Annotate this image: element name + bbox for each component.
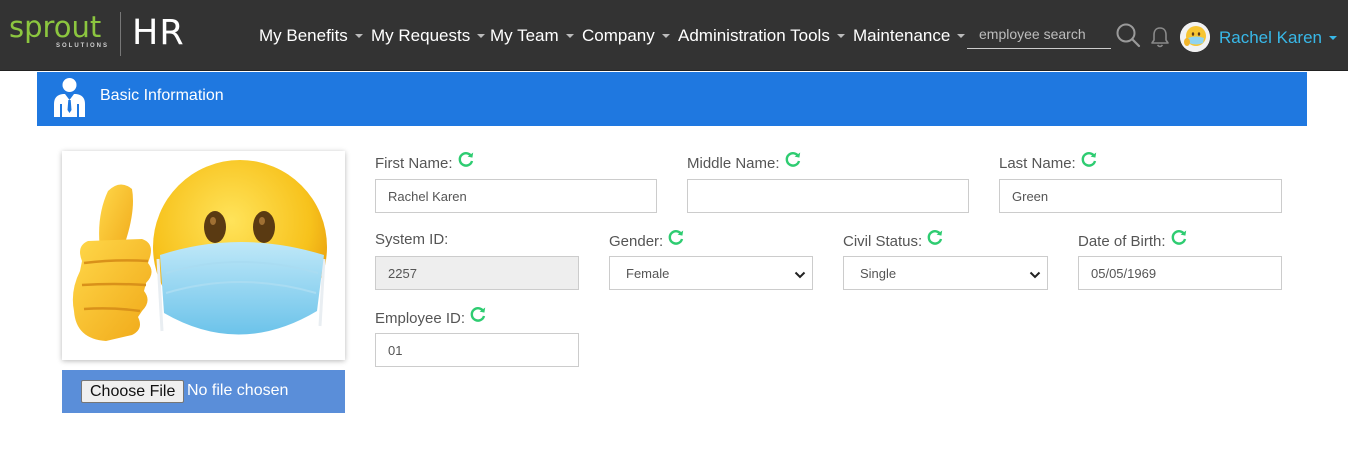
field-label-text: Last Name: bbox=[999, 154, 1076, 172]
field-label-text: Employee ID: bbox=[375, 309, 466, 327]
date-of-birth-input[interactable] bbox=[1078, 256, 1282, 290]
civil-status-select[interactable]: Single bbox=[843, 256, 1048, 290]
caret-down-icon bbox=[1329, 35, 1338, 40]
brand-logo-subtext: SOLUTIONS bbox=[56, 43, 110, 49]
field-label-text: Civil Status: bbox=[843, 232, 923, 250]
middle-name-input[interactable] bbox=[687, 179, 969, 213]
caret-down-icon bbox=[565, 33, 574, 38]
employee-search bbox=[967, 22, 1111, 49]
sync-icon[interactable] bbox=[457, 150, 475, 174]
nav-label: Company bbox=[582, 26, 655, 45]
field-label-text: Middle Name: bbox=[687, 154, 780, 172]
field-label-text: System ID: bbox=[375, 231, 449, 248]
middle-name-label: Middle Name: bbox=[687, 152, 802, 176]
nav-my-team[interactable]: My Team bbox=[490, 25, 574, 47]
caret-down-icon bbox=[957, 33, 966, 38]
nav-company[interactable]: Company bbox=[582, 25, 670, 47]
field-label-text: First Name: bbox=[375, 154, 453, 172]
caret-down-icon bbox=[836, 33, 845, 38]
choose-file-button[interactable]: Choose File bbox=[81, 380, 185, 403]
civil-status-value: Single bbox=[860, 266, 897, 281]
sync-icon[interactable] bbox=[667, 228, 685, 252]
nav-my-benefits[interactable]: My Benefits bbox=[259, 25, 363, 47]
system-id-input bbox=[375, 256, 579, 290]
chevron-down-icon bbox=[1029, 268, 1041, 283]
field-label-text: Gender: bbox=[609, 232, 664, 250]
file-status: No file chosen bbox=[187, 382, 289, 399]
user-name: Rachel Karen bbox=[1219, 28, 1323, 47]
nav-label: Administration Tools bbox=[678, 26, 830, 45]
top-navbar: sprout SOLUTIONS HR My Benefits My Reque… bbox=[0, 0, 1348, 71]
brand-divider bbox=[120, 12, 121, 56]
last-name-input[interactable] bbox=[999, 179, 1282, 213]
brand-logo-text: sprout bbox=[9, 10, 102, 44]
employee-icon bbox=[52, 77, 87, 117]
civil-status-label: Civil Status: bbox=[843, 230, 944, 254]
nav-my-requests[interactable]: My Requests bbox=[371, 25, 486, 47]
caret-down-icon bbox=[477, 33, 486, 38]
employee-search-input[interactable] bbox=[967, 22, 1111, 46]
gender-select[interactable]: Female bbox=[609, 256, 813, 290]
search-icon[interactable] bbox=[1115, 22, 1141, 53]
nav-label: My Benefits bbox=[259, 26, 348, 45]
first-name-label: First Name: bbox=[375, 152, 475, 176]
nav-label: My Requests bbox=[371, 26, 471, 45]
brand-logo[interactable]: sprout SOLUTIONS HR bbox=[9, 10, 189, 60]
employee-photo bbox=[62, 151, 345, 360]
gender-value: Female bbox=[626, 266, 670, 281]
last-name-label: Last Name: bbox=[999, 152, 1098, 176]
user-avatar[interactable] bbox=[1180, 22, 1210, 52]
sync-icon[interactable] bbox=[784, 150, 802, 174]
sync-icon[interactable] bbox=[469, 305, 487, 329]
employee-id-input[interactable] bbox=[375, 333, 579, 367]
nav-label: My Team bbox=[490, 26, 559, 45]
sync-icon[interactable] bbox=[1080, 150, 1098, 174]
caret-down-icon bbox=[354, 33, 363, 38]
sync-icon[interactable] bbox=[926, 228, 944, 252]
bell-icon[interactable] bbox=[1149, 25, 1171, 54]
section-title: Basic Information bbox=[100, 87, 224, 104]
nav-label: Maintenance bbox=[853, 26, 951, 45]
date-of-birth-label: Date of Birth: bbox=[1078, 230, 1188, 254]
section-header: Basic Information bbox=[37, 72, 1307, 126]
nav-administration-tools[interactable]: Administration Tools bbox=[678, 25, 845, 47]
chevron-down-icon bbox=[794, 268, 806, 283]
field-label-text: Date of Birth: bbox=[1078, 232, 1166, 250]
user-menu[interactable]: Rachel Karen bbox=[1219, 27, 1338, 49]
photo-upload: Choose File No file chosen bbox=[62, 370, 345, 413]
caret-down-icon bbox=[661, 33, 670, 38]
gender-label: Gender: bbox=[609, 230, 685, 254]
sync-icon[interactable] bbox=[1170, 228, 1188, 252]
employee-id-label: Employee ID: bbox=[375, 307, 487, 331]
first-name-input[interactable] bbox=[375, 179, 657, 213]
system-id-label: System ID: bbox=[375, 230, 448, 250]
brand-product-name: HR bbox=[132, 13, 185, 53]
nav-maintenance[interactable]: Maintenance bbox=[853, 25, 966, 47]
